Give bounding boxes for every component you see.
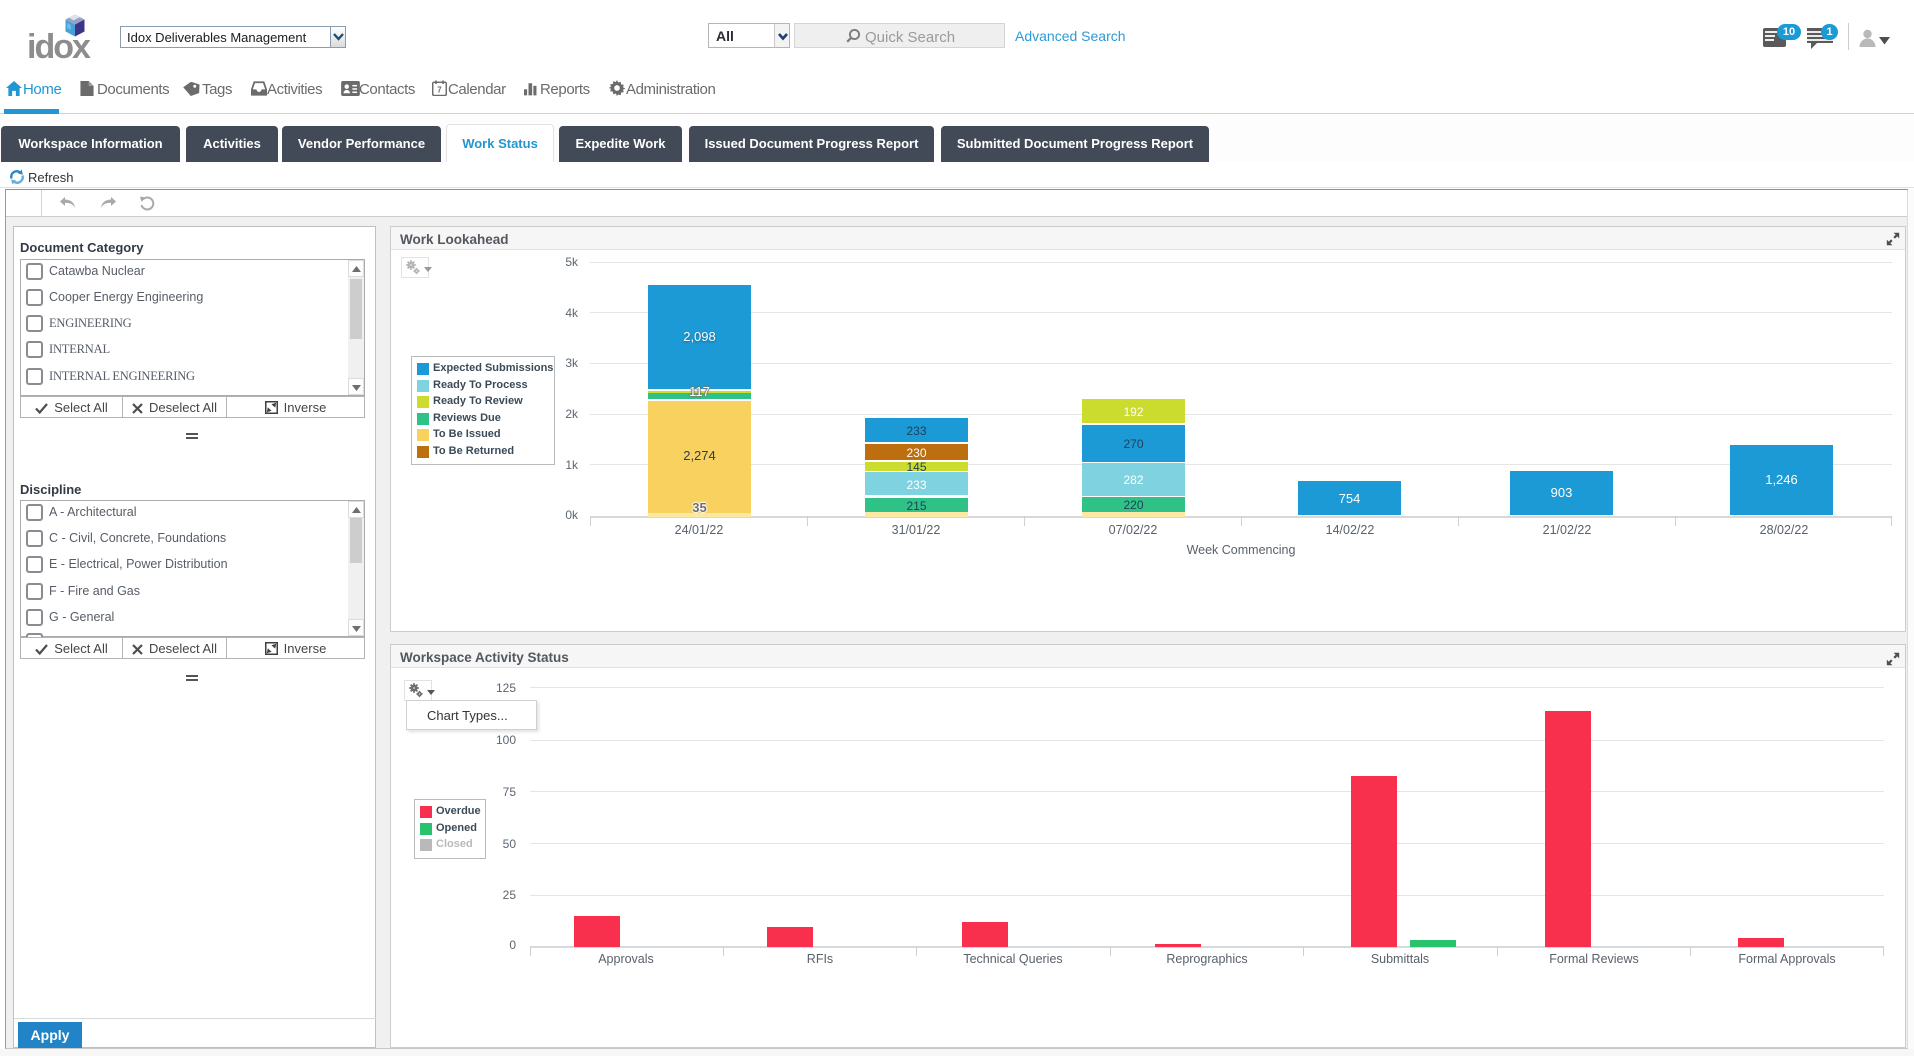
svg-text:7: 7 <box>437 85 442 94</box>
